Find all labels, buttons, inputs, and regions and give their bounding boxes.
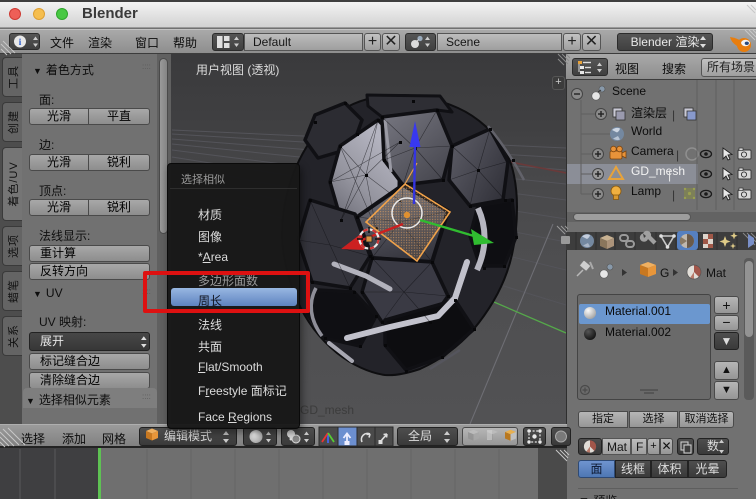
svg-text:用户视图 (透视): 用户视图 (透视) bbox=[196, 62, 279, 77]
